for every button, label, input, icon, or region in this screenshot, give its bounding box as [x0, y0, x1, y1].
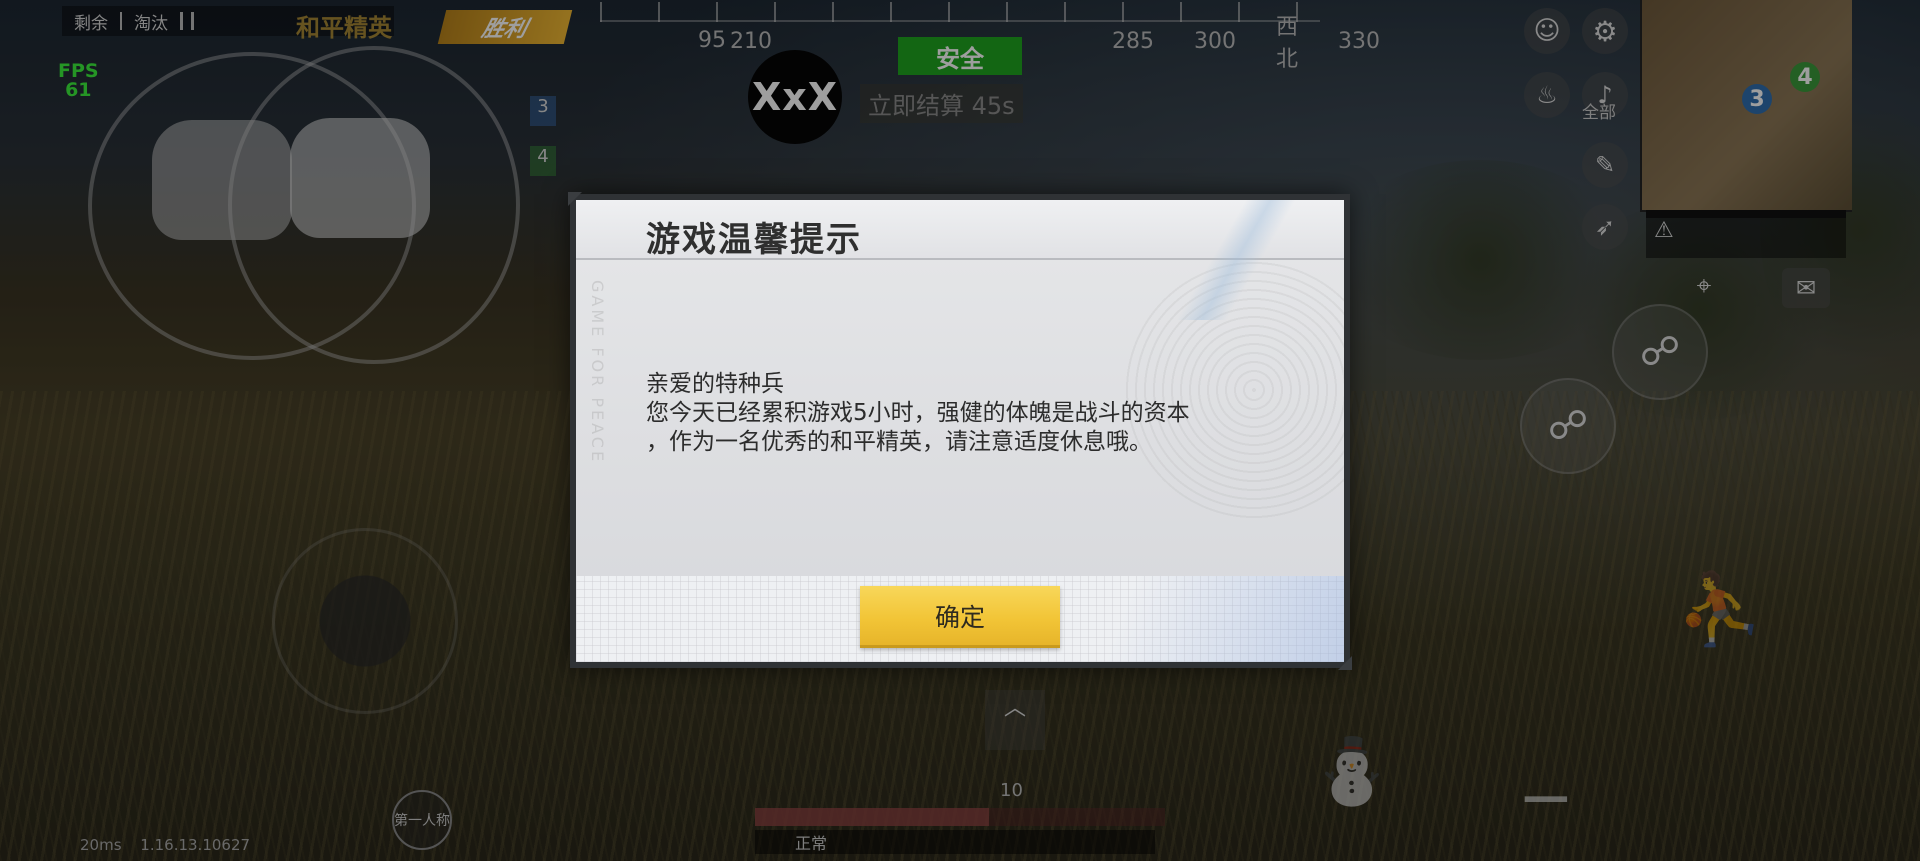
dialog-side-text: GAME FOR PEACE	[588, 280, 607, 465]
dialog-message-line: ，作为一名优秀的和平精英，请注意适度休息哦。	[646, 429, 1152, 455]
dialog-header: 游戏温馨提示	[576, 200, 1344, 320]
dialog-corner	[1338, 656, 1352, 670]
dialog-message: 亲爱的特种兵 您今天已经累积游戏5小时，强健的体魄是战斗的资本 ，作为一名优秀的…	[646, 370, 1286, 457]
dialog-corner	[568, 192, 582, 206]
reminder-dialog: 游戏温馨提示 GAME FOR PEACE 亲爱的特种兵 您今天已经累积游戏5小…	[568, 192, 1352, 670]
dialog-message-line: 您今天已经累积游戏5小时，强健的体魄是战斗的资本	[646, 400, 1190, 426]
dialog-footer: 确定	[576, 576, 1344, 662]
dialog-panel: 游戏温馨提示 GAME FOR PEACE 亲爱的特种兵 您今天已经累积游戏5小…	[576, 200, 1344, 662]
dialog-title: 游戏温馨提示	[646, 220, 862, 260]
confirm-button[interactable]: 确定	[860, 586, 1060, 648]
dialog-greeting: 亲爱的特种兵	[646, 371, 784, 397]
dialog-decoration	[1144, 200, 1344, 320]
